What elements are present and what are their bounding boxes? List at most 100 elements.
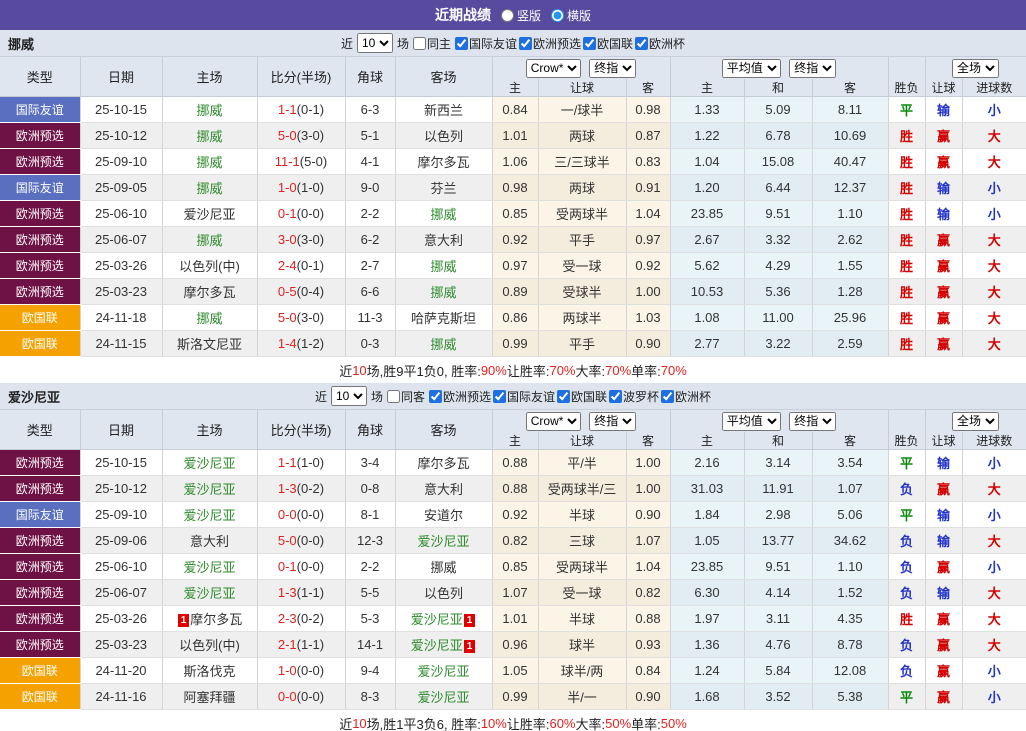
match-type-badge: 欧国联 <box>0 683 81 710</box>
away-team-cell: 芬兰 <box>395 174 493 201</box>
competition-checkbox[interactable] <box>557 389 571 403</box>
avg-home: 1.08 <box>694 310 720 325</box>
match-type-badge: 欧国联 <box>0 657 81 684</box>
avg-away: 1.07 <box>837 481 863 496</box>
handicap-result: 赢 <box>937 285 951 300</box>
competition-checkbox[interactable] <box>583 36 597 50</box>
avg-draw-cell: 5.84 <box>744 657 813 684</box>
home-team-cell: 阿塞拜疆 <box>162 683 258 710</box>
summary-segment: 10 <box>352 715 367 731</box>
competition-filter[interactable]: 欧国联 <box>583 35 633 52</box>
final-odds-select-2[interactable]: 终指 <box>789 411 837 431</box>
match-date-cell: 25-03-26 <box>80 605 163 632</box>
odds-away-cell: 0.90 <box>626 501 671 528</box>
home-team-cell: 爱沙尼亚 <box>162 579 258 606</box>
half-time-score: (3-0) <box>296 310 325 325</box>
layout-option-horizontal[interactable]: 横版 <box>551 7 591 24</box>
corner-count: 5-3 <box>360 611 380 626</box>
corner-count: 5-1 <box>360 128 380 143</box>
competition-filter[interactable]: 欧国联 <box>557 388 607 405</box>
handicap-result-cell: 赢 <box>925 657 963 684</box>
odds-home-cell: 0.82 <box>492 527 539 554</box>
handicap-cell: 半球 <box>538 605 627 632</box>
goals-result-cell: 大 <box>962 252 1026 279</box>
final-odds-select-2[interactable]: 终指 <box>789 58 837 78</box>
red-card-badge: 1 <box>463 640 476 654</box>
corner-count: 0-8 <box>360 481 380 496</box>
final-odds-select-1[interactable]: 终指 <box>589 58 637 78</box>
full-time-score: 1-1 <box>277 102 297 117</box>
match-type-label: 欧洲预选 <box>15 534 64 548</box>
full-time-score: 1-3 <box>277 585 297 600</box>
bookmaker-select[interactable]: Crow* <box>525 58 581 78</box>
competition-filter[interactable]: 欧洲预选 <box>428 388 491 405</box>
same-venue-checkbox[interactable] <box>386 389 400 403</box>
bookmaker-select[interactable]: Crow* <box>525 411 581 431</box>
summary-segment: 10% <box>480 715 507 731</box>
same-venue-checkbox[interactable] <box>412 36 426 50</box>
avg-draw-cell: 4.14 <box>744 579 813 606</box>
score-cell: 11-1(5-0) <box>257 148 346 175</box>
competition-checkbox[interactable] <box>519 36 532 50</box>
result-cell: 平 <box>888 683 926 710</box>
avg-away-cell: 1.55 <box>812 252 889 279</box>
match-date: 25-03-26 <box>94 258 148 273</box>
team-section-norway: 挪威 近 10 场 同主 国际友谊 欧洲预选 欧国联 欧洲杯 类型 日期 主场 … <box>0 30 1026 383</box>
average-select[interactable]: 平均值 <box>721 58 781 78</box>
horizontal-layout-radio[interactable] <box>551 8 564 22</box>
competition-filter[interactable]: 国际友谊 <box>454 35 517 52</box>
scope-dropdown-group: 全场 <box>925 57 1026 79</box>
full-match-select[interactable]: 全场 <box>952 58 1000 78</box>
summary-line-estonia: 近 10 场,胜1平3负6, 胜率: 10% 让胜率: 60% 大率: 50% 单率: 50… <box>0 710 1026 731</box>
odds-home-cell: 0.99 <box>492 330 539 357</box>
away-team-cell: 安道尔 <box>395 501 493 528</box>
match-type-label: 欧洲预选 <box>15 155 64 169</box>
competition-checkbox[interactable] <box>493 389 506 403</box>
competition-checkbox[interactable] <box>454 36 468 50</box>
match-count-select[interactable]: 10 <box>330 386 367 406</box>
away-team-cell: 挪威 <box>395 330 493 357</box>
competition-filter[interactable]: 国际友谊 <box>493 388 555 405</box>
competition-filter[interactable]: 欧洲杯 <box>661 388 711 405</box>
match-type-badge: 国际友谊 <box>0 501 81 528</box>
avg-home-cell: 1.24 <box>670 657 745 684</box>
home-team-cell: 挪威 <box>162 148 258 175</box>
full-match-select[interactable]: 全场 <box>952 411 1000 431</box>
competition-filter[interactable]: 欧洲杯 <box>635 35 685 52</box>
avg-draw: 11.91 <box>762 481 794 496</box>
same-venue-filter[interactable]: 同主 <box>412 35 451 52</box>
match-type-label: 欧洲预选 <box>15 285 64 299</box>
col-corner: 角球 <box>345 57 396 97</box>
vertical-layout-radio[interactable] <box>500 8 514 22</box>
odds-home: 0.98 <box>502 180 528 195</box>
competition-checkbox[interactable] <box>661 389 675 403</box>
final-odds-select-1[interactable]: 终指 <box>589 411 637 431</box>
same-venue-filter[interactable]: 同客 <box>386 388 425 405</box>
competition-filter[interactable]: 波罗杯 <box>609 388 659 405</box>
competition-checkbox[interactable] <box>635 36 649 50</box>
handicap-cell: 两球 <box>538 174 627 201</box>
competition-checkbox[interactable] <box>428 389 442 403</box>
match-type-label: 欧洲预选 <box>15 560 64 574</box>
handicap-cell: 平/半 <box>538 449 627 476</box>
avg-away-cell: 34.62 <box>812 527 889 554</box>
corner-cell: 9-0 <box>345 174 396 201</box>
match-count-select[interactable]: 10 <box>356 33 393 53</box>
col-handicap: 让球 <box>538 79 627 97</box>
competition-filter[interactable]: 欧洲预选 <box>519 35 581 52</box>
goals-result: 小 <box>987 560 1001 575</box>
layout-option-vertical[interactable]: 竖版 <box>500 7 541 24</box>
average-select[interactable]: 平均值 <box>721 411 781 431</box>
odds-home: 0.89 <box>502 284 528 299</box>
half-time-score: (0-0) <box>296 559 325 574</box>
goals-result-cell: 小 <box>962 449 1026 476</box>
half-time-score: (0-0) <box>296 533 325 548</box>
corner-cell: 3-4 <box>345 449 396 476</box>
handicap-result-cell: 赢 <box>925 330 963 357</box>
competition-checkbox[interactable] <box>609 389 623 403</box>
result: 负 <box>900 586 914 601</box>
full-time-score: 2-1 <box>277 637 297 652</box>
corner-cell: 2-2 <box>345 200 396 227</box>
avg-away-cell: 1.10 <box>812 200 889 227</box>
home-team-cell: 挪威 <box>162 304 258 331</box>
